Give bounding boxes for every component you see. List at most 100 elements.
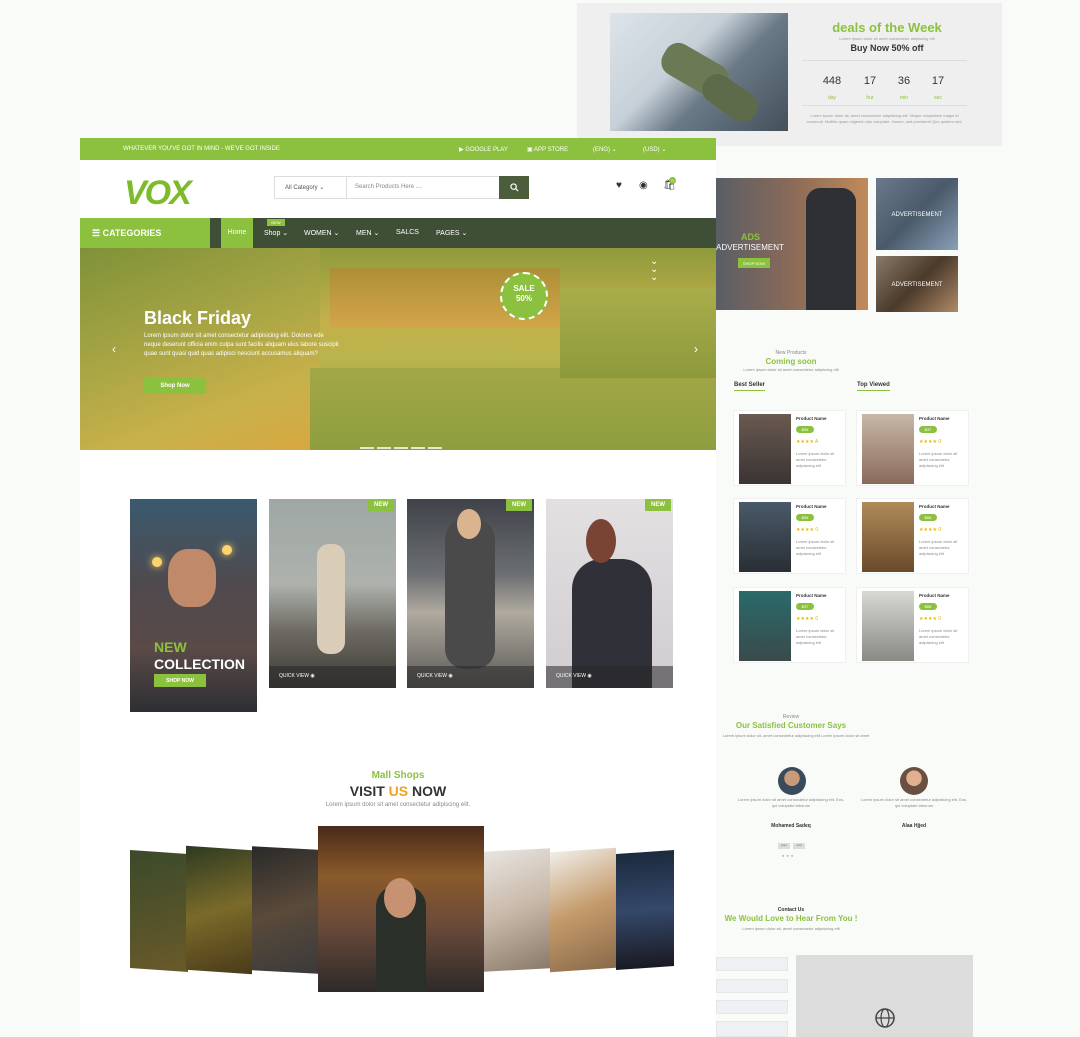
search-bar: All Category ⌄ Search Products Here .... <box>274 176 529 199</box>
quick-view-button[interactable]: QUICK VIEW ◉ <box>269 666 396 688</box>
nav-home[interactable]: Home <box>221 218 253 248</box>
nav-pages[interactable]: PAGES ⌄ <box>436 229 467 237</box>
review-next-button[interactable]: next <box>793 843 805 849</box>
collection-line1: NEW <box>154 639 187 655</box>
products-subtitle: Lorem ipsum dolor sit amet consectetur a… <box>743 367 839 372</box>
product-item[interactable]: Product Name $66 ★★★★ 0 Lorem ipsum dolo… <box>856 587 969 663</box>
nav-women[interactable]: WOMEN ⌄ <box>304 229 339 237</box>
product-image <box>739 502 791 572</box>
product-price: $55 <box>796 514 814 521</box>
product-card[interactable]: NEW QUICK VIEW ◉ <box>407 499 534 688</box>
collection-shop-now-button[interactable]: SHOP NOW <box>154 674 206 687</box>
sparkler-right <box>222 545 232 555</box>
reviews-kicker: Review <box>782 714 800 720</box>
sparkler-left <box>152 557 162 567</box>
countdown-seconds: 17 sec <box>931 75 945 101</box>
product-desc: Lorem ipsum dolor sit amet consectetur a… <box>919 539 958 556</box>
category-select[interactable]: All Category ⌄ <box>275 177 347 198</box>
message-field[interactable] <box>716 1021 788 1037</box>
best-seller-heading[interactable]: Best Seller <box>734 382 766 391</box>
subject-field[interactable] <box>716 1000 788 1014</box>
contact-subtitle: Lorem ipsum dolor sit, amet consectetur … <box>742 926 840 931</box>
ad-model <box>806 188 856 310</box>
product-model-image <box>445 519 495 669</box>
product-image <box>739 414 791 484</box>
mall-title: VISIT US NOW <box>349 783 447 799</box>
ad-shop-now-button[interactable]: SHOP NOW <box>738 258 770 268</box>
product-price: $66 <box>919 514 937 521</box>
new-badge: NEW <box>506 499 532 511</box>
reviews-subtitle: Lorem ipsum dolor sit, amet consectetur … <box>722 733 870 738</box>
product-model-image <box>317 544 345 654</box>
top-bar-tagline: WHATEVER YOU'VE GOT IN MIND - WE'VE GOT … <box>123 146 280 152</box>
mall-kicker: Mall Shops <box>371 770 425 781</box>
contact-map[interactable] <box>796 955 973 1037</box>
product-item[interactable]: Product Name $66 ★★★★ 0 Lorem ipsum dolo… <box>856 498 969 574</box>
product-model-face <box>457 509 481 539</box>
products-kicker: New Products <box>775 350 807 356</box>
slider-next-arrow[interactable]: › <box>694 342 698 356</box>
shop-image <box>616 849 674 971</box>
ad-banner-small[interactable]: ADVERTISEMENT <box>876 178 958 250</box>
user-icon[interactable]: ◉ <box>639 180 648 191</box>
countdown-minutes: 36 min <box>897 75 911 101</box>
countdown-hours: 17 hur <box>863 75 877 101</box>
email-field[interactable] <box>716 979 788 993</box>
google-play-link[interactable]: ▶ GOOGLE PLAY <box>459 146 508 153</box>
product-desc: Lorem ipsum dolor sit amet consectetur a… <box>919 451 958 468</box>
language-select[interactable]: (ENG) ⌄ <box>593 146 617 153</box>
nav-shop[interactable]: Shop ⌄ <box>264 229 288 237</box>
vox-logo[interactable]: VOX <box>124 174 192 213</box>
product-model-hair <box>586 519 616 563</box>
product-item[interactable]: Product Name $55 ★★★★ A Lorem ipsum dolo… <box>733 410 846 486</box>
product-desc: Lorem ipsum dolor sit amet consectetur a… <box>796 628 835 645</box>
product-item[interactable]: Product Name $37 ★★★★ 0 Lorem ipsum dolo… <box>733 587 846 663</box>
avatar <box>778 767 806 795</box>
nav-sales[interactable]: SALCS <box>396 229 419 236</box>
ad-subtitle: ADVERTISEMENT <box>716 243 784 252</box>
categories-button[interactable]: ☰ CATEGORIES <box>80 218 210 248</box>
product-item[interactable]: Product Name $55 ★★★★ 0 Lorem ipsum dolo… <box>733 498 846 574</box>
deals-description: Lorem ipsum dolor sit, amet consectetur … <box>806 113 963 124</box>
product-item[interactable]: Product Name $37 ★★★★ 0 Lorem ipsum dolo… <box>856 410 969 486</box>
review-text: Lorem ipsum dolor sit amet consectetur a… <box>860 797 968 808</box>
search-input[interactable]: Search Products Here .... <box>355 184 422 190</box>
countdown-days: 448 day <box>822 75 842 101</box>
top-viewed-heading[interactable]: Top Viewed <box>857 382 890 391</box>
deals-divider-2 <box>802 105 967 106</box>
collection-line2: COLLECTION <box>154 656 245 672</box>
review-dots[interactable]: ●●● <box>782 853 795 858</box>
main-nav: ☰ CATEGORIES Home NEW Shop ⌄ WOMEN ⌄ MEN… <box>80 218 716 248</box>
new-collection-card[interactable]: NEW COLLECTION SHOP NOW <box>130 499 257 712</box>
currency-select[interactable]: (USD) ⌄ <box>643 146 666 153</box>
product-card[interactable]: NEW QUICK VIEW ◉ <box>269 499 396 688</box>
ad-banner-small[interactable]: ADVERTISEMENT <box>876 256 958 312</box>
coffee-shop-image <box>318 826 484 992</box>
site-header: VOX All Category ⌄ Search Products Here … <box>80 160 716 218</box>
ad-small-label: ADVERTISEMENT <box>891 212 943 218</box>
product-image <box>862 502 914 572</box>
ad-banner-large[interactable]: ADS ADVERTISEMENT SHOP NOW <box>716 178 868 310</box>
hero-text: Lorem ipsum dolor sit amet consectetur a… <box>144 333 339 357</box>
product-card[interactable]: NEW QUICK VIEW ◉ <box>546 499 673 688</box>
nav-men[interactable]: MEN ⌄ <box>356 229 379 237</box>
quick-view-button[interactable]: QUICK VIEW ◉ <box>546 666 673 688</box>
review-prev-button[interactable]: prev <box>778 843 790 849</box>
reviewer-name: Alaa Hjjed <box>901 823 927 829</box>
product-desc: Lorem ipsum dolor sit amet consectetur a… <box>796 451 835 468</box>
new-badge: NEW <box>368 499 394 511</box>
quick-view-button[interactable]: QUICK VIEW ◉ <box>407 666 534 688</box>
globe-icon <box>875 1008 895 1028</box>
product-desc: Lorem ipsum dolor sit amet consectetur a… <box>796 539 835 556</box>
slider-prev-arrow[interactable]: ‹ <box>112 342 116 356</box>
heart-icon[interactable]: ♥ <box>616 180 622 191</box>
deals-divider <box>802 60 967 61</box>
app-store-link[interactable]: ▣ APP STORE <box>527 146 568 153</box>
name-field[interactable] <box>716 957 788 971</box>
search-button[interactable] <box>499 176 529 199</box>
reviewer-name: Mohamed Sadeq <box>771 823 811 829</box>
product-price: $66 <box>919 603 937 610</box>
product-price: $37 <box>796 603 814 610</box>
hero-shop-now-button[interactable]: Shop Now <box>144 378 206 394</box>
slider-dots[interactable] <box>360 436 445 450</box>
